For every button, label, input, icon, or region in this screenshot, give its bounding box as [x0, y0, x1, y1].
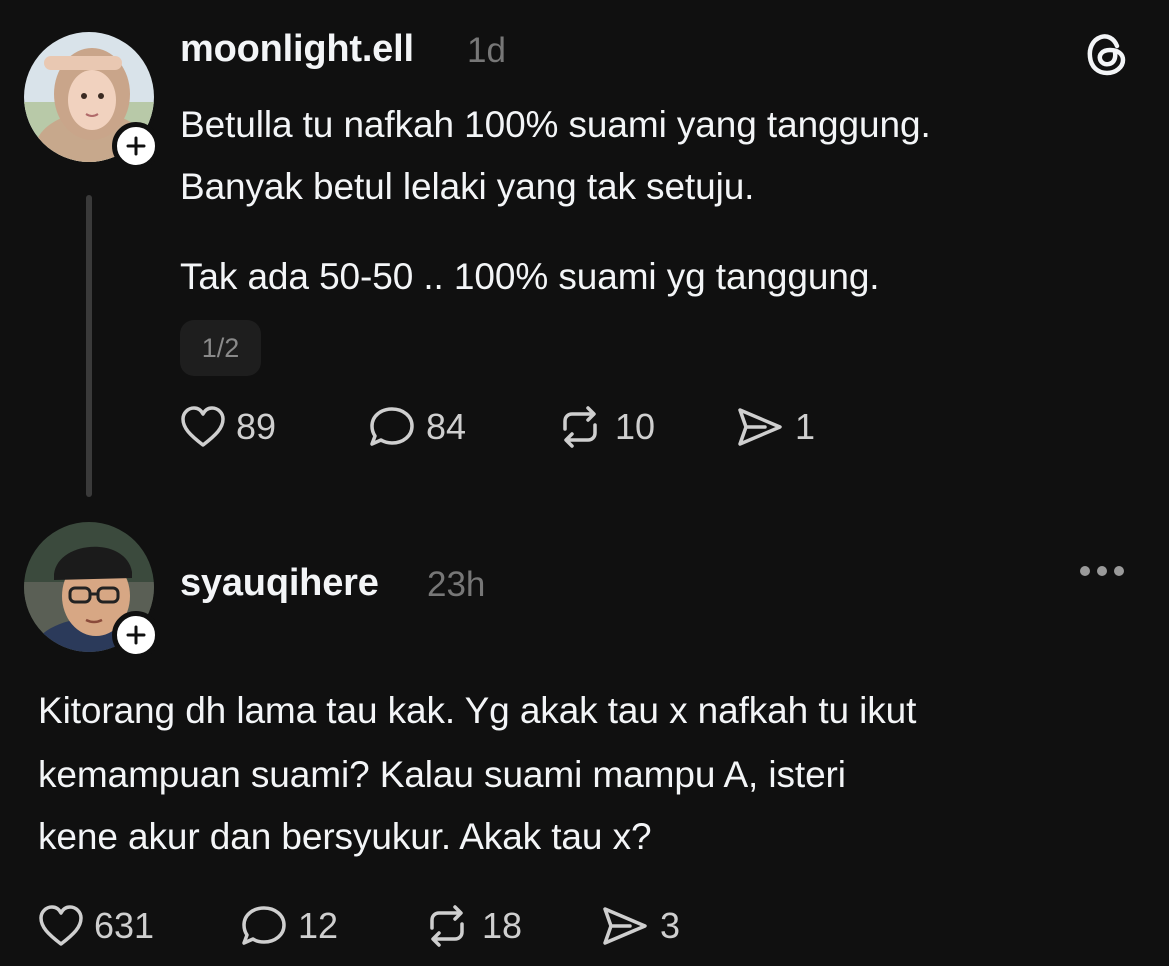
- comment-bubble-icon: [242, 906, 286, 945]
- post2-timestamp: 23h: [427, 565, 486, 604]
- post1-timestamp: 1d: [467, 31, 506, 70]
- repost-icon: [563, 406, 597, 448]
- send-icon: [738, 408, 782, 446]
- follow-button-syauqihere[interactable]: [112, 611, 160, 659]
- plus-icon: [126, 625, 146, 645]
- post1-repost-count: 10: [615, 406, 656, 447]
- post1-comment-button[interactable]: 84: [368, 405, 466, 449]
- post2-comment-count: 12: [298, 905, 339, 946]
- post1-repost-button[interactable]: 10: [555, 405, 655, 449]
- post2-username[interactable]: syauqihere: [180, 562, 379, 605]
- post2-repost-button[interactable]: 18: [422, 904, 522, 948]
- post2-text-line-3: kene akur dan bersyukur. Akak tau x?: [38, 816, 652, 857]
- follow-button-moonlight-ell[interactable]: [112, 122, 160, 170]
- post1-text-line-3: Tak ada 50-50 .. 100% suami yg tanggung.: [180, 256, 880, 297]
- post1-share-count: 1: [795, 406, 816, 447]
- page-indicator: 1/2: [180, 320, 261, 376]
- post2-repost-count: 18: [482, 905, 523, 946]
- repost-icon: [430, 905, 464, 947]
- more-options-icon-dot: [1080, 566, 1090, 576]
- more-options-button[interactable]: [1080, 566, 1124, 576]
- post2-share-button[interactable]: 3: [600, 904, 680, 948]
- heart-icon: [39, 905, 83, 946]
- more-options-icon-dot: [1097, 566, 1107, 576]
- post2-like-count: 631: [94, 905, 155, 946]
- post1-comment-count: 84: [426, 406, 467, 447]
- plus-icon: [126, 136, 146, 156]
- post1-username[interactable]: moonlight.ell: [180, 28, 414, 71]
- post1-text-line-2: Banyak betul lelaki yang tak setuju.: [180, 166, 755, 207]
- post1-share-button[interactable]: 1: [735, 405, 815, 449]
- send-icon: [603, 907, 647, 945]
- post1-text-line-1: Betulla tu nafkah 100% suami yang tanggu…: [180, 104, 931, 145]
- heart-icon: [181, 406, 225, 447]
- post1-like-count: 89: [236, 406, 277, 447]
- post2-comment-button[interactable]: 12: [240, 904, 338, 948]
- post2-like-button[interactable]: 631: [38, 904, 154, 948]
- post2-share-count: 3: [660, 905, 681, 946]
- threads-logo-icon[interactable]: [1083, 30, 1131, 83]
- post1-like-button[interactable]: 89: [180, 405, 276, 449]
- more-options-icon-dot: [1114, 566, 1124, 576]
- comment-bubble-icon: [370, 407, 414, 446]
- post2-text-line-1: Kitorang dh lama tau kak. Yg akak tau x …: [38, 690, 917, 731]
- post2-text-line-2: kemampuan suami? Kalau suami mampu A, is…: [38, 754, 846, 795]
- thread-connector-line: [86, 195, 92, 497]
